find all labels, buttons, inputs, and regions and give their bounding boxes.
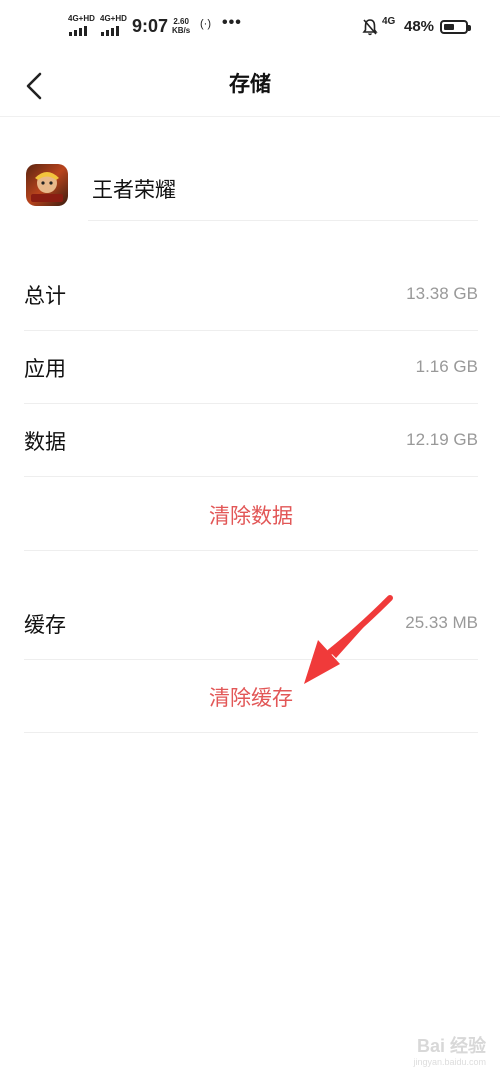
app-name: 王者荣耀	[92, 178, 176, 202]
battery-percent: 48%	[404, 18, 435, 35]
battery-icon	[440, 20, 471, 34]
storage-row-cache: 缓存 25.33 MB	[24, 587, 478, 660]
watermark-brand: Bai 经验	[416, 1036, 486, 1056]
divider	[88, 220, 478, 221]
storage-value: 1.16 GB	[415, 357, 478, 376]
clear-cache-label: 清除缓存	[209, 686, 293, 710]
storage-row-app: 应用 1.16 GB	[24, 331, 478, 404]
network-speed-unit: KB/s	[172, 26, 191, 35]
clear-data-button[interactable]: 清除数据	[24, 478, 478, 551]
clear-data-label: 清除数据	[209, 504, 293, 528]
watermark: Bai 经验 jingyan.baidu.com	[413, 1036, 486, 1070]
clock: 9:07	[132, 16, 169, 36]
signal-strength-icon-2: 4G+HD	[100, 14, 128, 36]
watermark-url: jingyan.baidu.com	[413, 1057, 486, 1067]
game-app-icon	[26, 164, 68, 206]
more-notifications-icon: •••	[222, 14, 242, 31]
hotspot-icon: (·)	[200, 18, 211, 30]
clear-cache-button[interactable]: 清除缓存	[24, 660, 478, 733]
app-info: 王者荣耀	[24, 162, 478, 220]
signal-label-2: 4G+HD	[100, 14, 127, 23]
storage-label: 总计	[24, 284, 66, 308]
network-speed: 2.60 KB/s	[172, 17, 190, 35]
page-title: 存储	[229, 72, 271, 96]
storage-value: 12.19 GB	[406, 430, 478, 449]
cache-value: 25.33 MB	[405, 613, 478, 632]
signal-label: 4G+HD	[68, 14, 95, 23]
storage-label: 数据	[24, 430, 66, 454]
cache-label: 缓存	[24, 613, 66, 637]
signal-strength-icon: 4G+HD	[68, 14, 96, 36]
storage-value: 13.38 GB	[406, 284, 478, 303]
storage-label: 应用	[24, 357, 66, 381]
storage-row-total: 总计 13.38 GB	[24, 258, 478, 331]
storage-row-data: 数据 12.19 GB	[24, 404, 478, 477]
network-type: 4G	[382, 16, 396, 27]
status-bar: 4G+HD 4G+HD 9:07 2.60 KB/s (·) ••• 4G 48…	[0, 0, 500, 56]
header: 存储	[0, 56, 500, 117]
network-speed-value: 2.60	[173, 17, 189, 26]
bell-off-icon	[362, 19, 378, 36]
